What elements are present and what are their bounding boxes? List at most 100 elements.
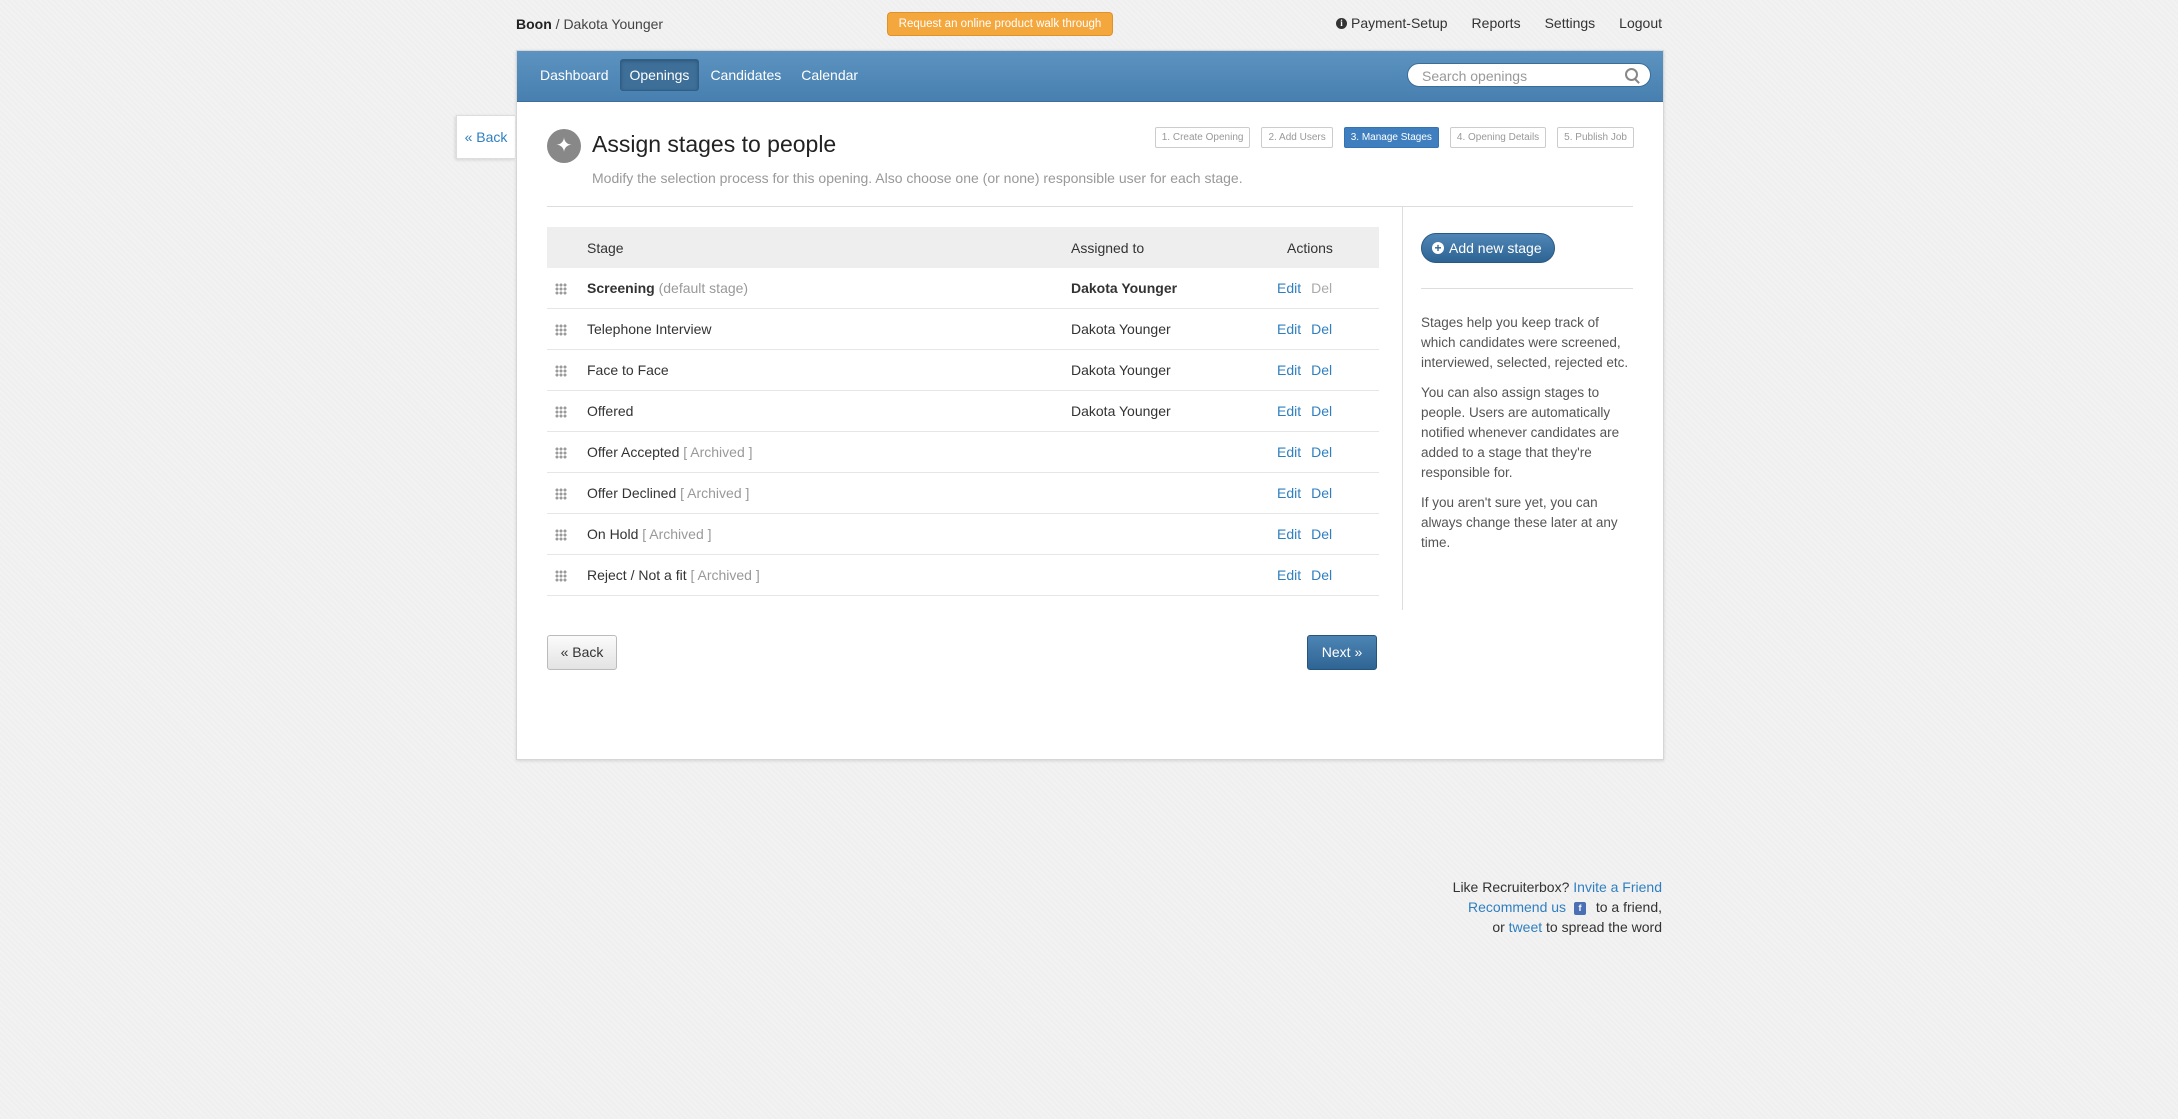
footer: Like Recruiterbox? Invite a Friend Recom… [1453, 877, 1662, 937]
step-create-opening[interactable]: 1. Create Opening [1154, 127, 1251, 148]
back-button[interactable]: « Back [547, 635, 617, 670]
footer-tweet-text: to spread the word [1546, 919, 1662, 935]
edit-link[interactable]: Edit [1277, 362, 1301, 378]
walkthrough-button[interactable]: Request an online product walk through [887, 12, 1113, 36]
drag-handle-icon[interactable] [555, 406, 567, 419]
tab-calendar[interactable]: Calendar [792, 59, 867, 91]
stage-note: [ Archived ] [642, 526, 712, 542]
help-text: Stages help you keep track of which cand… [1421, 313, 1633, 563]
stage-note: [ Archived ] [690, 567, 760, 583]
tab-openings[interactable]: Openings [619, 59, 700, 91]
nav-tabs: Dashboard Openings Candidates Calendar [531, 59, 869, 91]
footer-line-invite: Like Recruiterbox? Invite a Friend [1453, 877, 1662, 897]
del-link[interactable]: Del [1311, 403, 1332, 419]
breadcrumb-user[interactable]: Dakota Younger [563, 16, 663, 32]
drag-handle-icon[interactable] [555, 447, 567, 460]
reports-link[interactable]: Reports [1472, 15, 1521, 31]
edit-link[interactable]: Edit [1277, 403, 1301, 419]
step-publish-job[interactable]: 5. Publish Job [1557, 127, 1634, 148]
stage-name: Screening [587, 280, 655, 296]
del-link[interactable]: Del [1311, 362, 1332, 378]
table-row: Offer Accepted [ Archived ] Edit Del [547, 431, 1379, 473]
drag-handle-icon[interactable] [555, 283, 567, 296]
add-new-stage-button[interactable]: + Add new stage [1421, 233, 1555, 263]
del-link[interactable]: Del [1311, 444, 1332, 460]
del-link[interactable]: Del [1311, 526, 1332, 542]
add-new-stage-label: Add new stage [1449, 240, 1542, 256]
table-row: Offered Dakota Younger Edit Del [547, 390, 1379, 432]
table-row: Offer Declined [ Archived ] Edit Del [547, 472, 1379, 514]
stage-name: Offer Accepted [587, 444, 680, 460]
help-paragraph: If you aren't sure yet, you can always c… [1421, 495, 1618, 550]
sidebar-divider [1402, 207, 1403, 610]
page-title: Assign stages to people [592, 131, 837, 157]
search-box [1407, 63, 1651, 88]
help-paragraph: Stages help you keep track of which cand… [1421, 315, 1629, 370]
drag-handle-icon[interactable] [555, 488, 567, 501]
logout-link[interactable]: Logout [1619, 15, 1662, 31]
breadcrumb-company[interactable]: Boon [516, 16, 552, 32]
wizard-steps: 1. Create Opening 2. Add Users 3. Manage… [1154, 127, 1634, 148]
footer-line-tweet: or tweet to spread the word [1453, 917, 1662, 937]
table-row: Reject / Not a fit [ Archived ] Edit Del [547, 554, 1379, 596]
stages-table: Stage Assigned to Actions Screening (def… [547, 227, 1379, 596]
header-divider [547, 206, 1633, 207]
main-panel: Dashboard Openings Candidates Calendar ✦… [516, 50, 1664, 760]
settings-link[interactable]: Settings [1545, 15, 1596, 31]
footer-invite-text: Like Recruiterbox? [1452, 879, 1570, 895]
step-manage-stages[interactable]: 3. Manage Stages [1343, 127, 1439, 148]
stage-column-header: Stage [587, 227, 1071, 268]
pin-icon: ✦ [547, 129, 581, 163]
footer-line-recommend: Recommend us f to a friend, [1453, 897, 1662, 917]
edit-link[interactable]: Edit [1277, 280, 1301, 296]
del-link[interactable]: Del [1311, 485, 1332, 501]
table-row: On Hold [ Archived ] Edit Del [547, 513, 1379, 555]
assigned-user: Dakota Younger [1071, 403, 1171, 419]
facebook-icon[interactable]: f [1573, 901, 1586, 915]
table-row: Face to Face Dakota Younger Edit Del [547, 349, 1379, 391]
del-link[interactable]: Del [1311, 321, 1332, 337]
breadcrumb: Boon / Dakota Younger [516, 16, 663, 32]
step-opening-details[interactable]: 4. Opening Details [1449, 127, 1547, 148]
tab-candidates[interactable]: Candidates [701, 59, 790, 91]
edit-link[interactable]: Edit [1277, 567, 1301, 583]
del-link: Del [1311, 280, 1333, 296]
drag-handle-icon[interactable] [555, 324, 567, 337]
stage-name: Face to Face [587, 362, 669, 378]
footer-tweet-prefix: or [1492, 919, 1505, 935]
next-button[interactable]: Next » [1307, 635, 1377, 670]
sidebar-separator [1421, 288, 1633, 289]
drag-handle-icon[interactable] [555, 570, 567, 583]
footer-recommend-text: to a friend, [1595, 899, 1662, 915]
invite-friend-link[interactable]: Invite a Friend [1573, 879, 1662, 895]
step-add-users[interactable]: 2. Add Users [1261, 127, 1333, 148]
stage-name: On Hold [587, 526, 639, 542]
assigned-column-header: Assigned to [1071, 227, 1277, 268]
table-header-row: Stage Assigned to Actions [547, 227, 1379, 268]
assigned-user: Dakota Younger [1071, 280, 1178, 296]
edit-link[interactable]: Edit [1277, 485, 1301, 501]
stage-note: [ Archived ] [683, 444, 753, 460]
search-icon[interactable] [1625, 68, 1638, 81]
stage-note: (default stage) [658, 280, 749, 296]
tab-dashboard[interactable]: Dashboard [531, 59, 618, 91]
recommend-us-link[interactable]: Recommend us [1468, 899, 1566, 915]
search-input[interactable] [1420, 64, 1624, 88]
side-back-tab[interactable]: « Back [456, 115, 515, 159]
edit-link[interactable]: Edit [1277, 444, 1301, 460]
main-navbar: Dashboard Openings Candidates Calendar [517, 51, 1663, 102]
tweet-link[interactable]: tweet [1509, 919, 1542, 935]
stage-name: Offered [587, 403, 634, 419]
drag-handle-icon[interactable] [555, 529, 567, 542]
payment-setup-link[interactable]: i Payment-Setup [1336, 15, 1448, 31]
edit-link[interactable]: Edit [1277, 526, 1301, 542]
info-icon: i [1336, 17, 1348, 29]
edit-link[interactable]: Edit [1277, 321, 1301, 337]
del-link[interactable]: Del [1311, 567, 1332, 583]
stage-name: Reject / Not a fit [587, 567, 687, 583]
top-nav: i Payment-Setup Reports Settings Logout [1336, 15, 1662, 31]
handle-column-header [547, 227, 587, 268]
page-subtitle: Modify the selection process for this op… [592, 170, 1243, 186]
assigned-user: Dakota Younger [1071, 321, 1171, 337]
drag-handle-icon[interactable] [555, 365, 567, 378]
